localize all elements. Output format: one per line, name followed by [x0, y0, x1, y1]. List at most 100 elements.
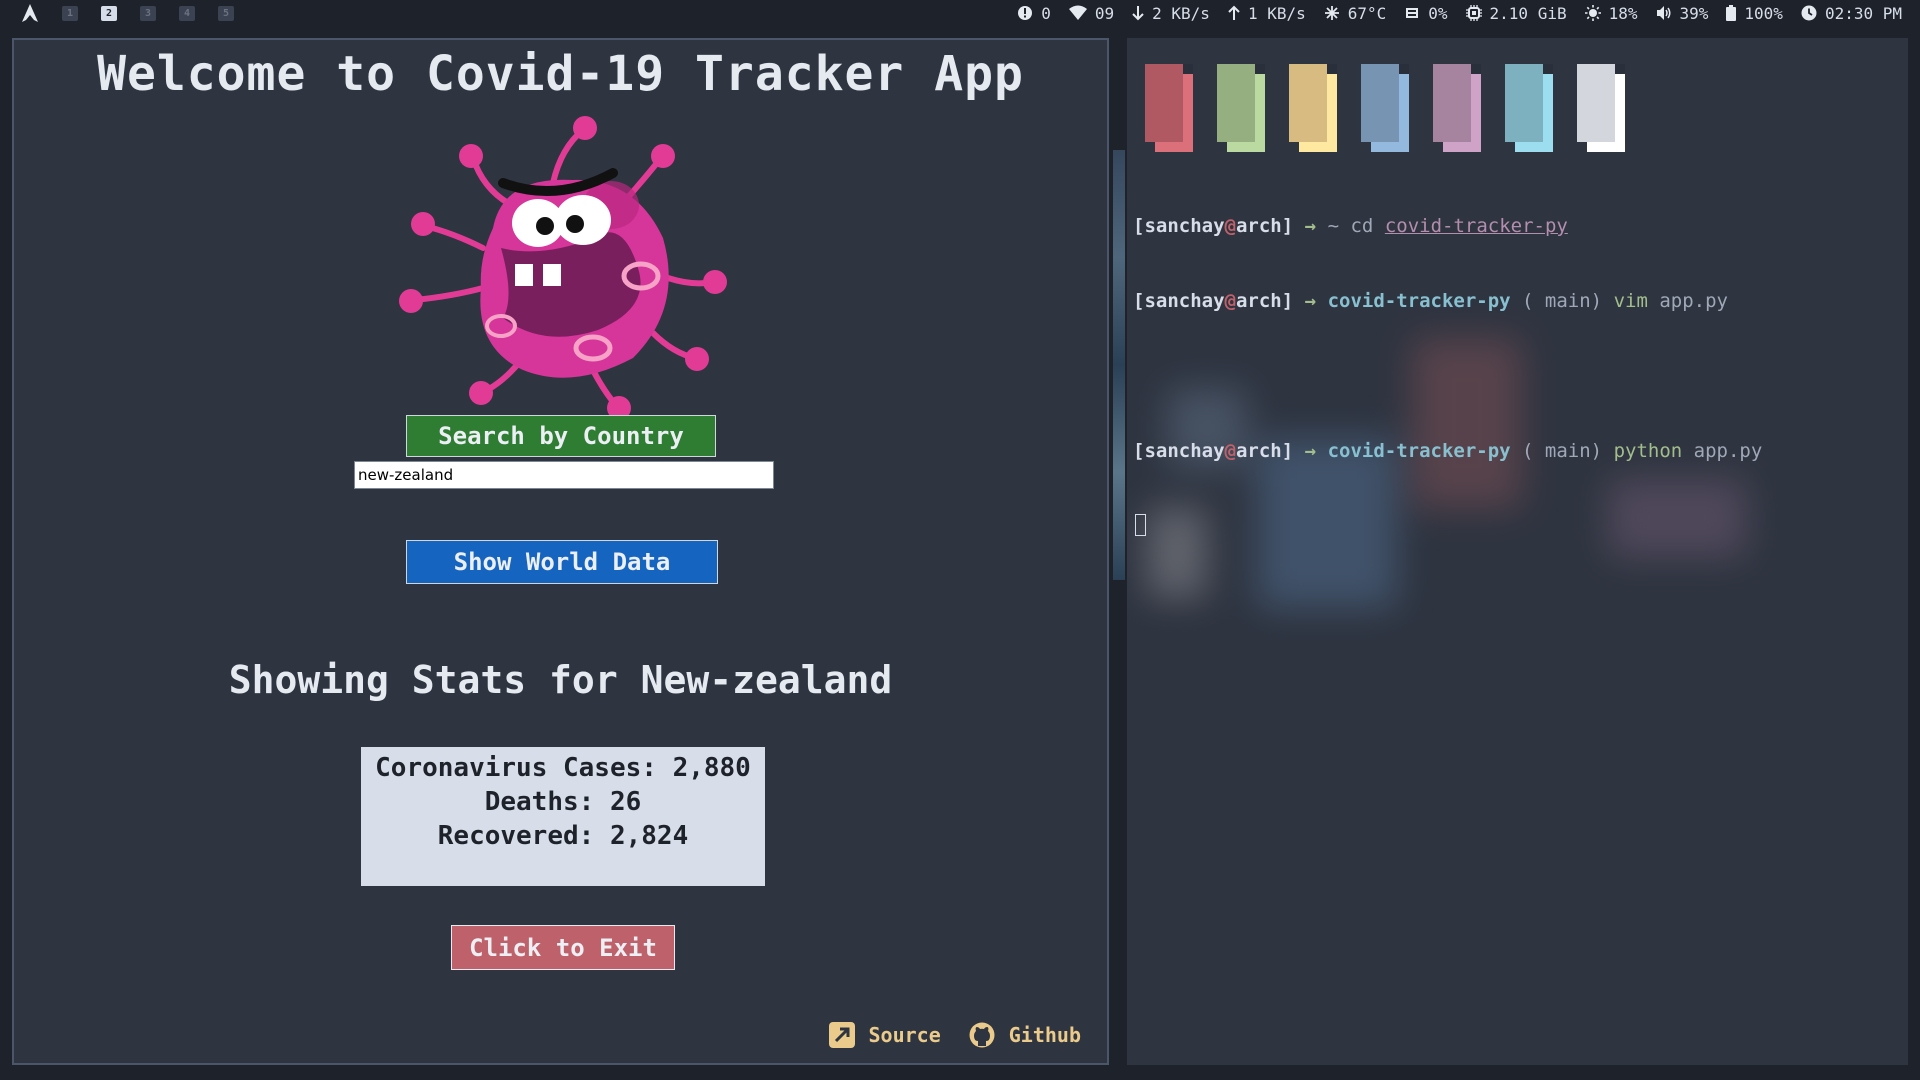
arrow-down-icon [1132, 5, 1144, 21]
terminal-window[interactable]: [sanchay @ arch] → ~ cd covid-tracker-py [… [1127, 38, 1908, 1065]
terminal-line-3: [sanchay @ arch] → covid-tracker-py ( main… [1133, 439, 1762, 464]
temperature-status: 67°C [1324, 3, 1387, 23]
prompt-bracket: ] [1281, 440, 1294, 462]
download-status: 2 KB/s [1132, 4, 1210, 23]
cpu-icon [1404, 5, 1420, 21]
cases-stat: Coronavirus Cases: 2,880 [375, 753, 751, 783]
virus-mascot-image [399, 116, 727, 418]
exit-button[interactable]: Click to Exit [451, 925, 675, 970]
color-swatch [1145, 64, 1197, 154]
prompt-user: sanchay [1144, 440, 1225, 462]
terminal-cursor [1135, 514, 1146, 536]
wifi-value: 09 [1094, 3, 1115, 23]
top-bar: 1 2 3 4 5 0 09 2 KB/s 1 KB/s 67°C 0% 2.1… [0, 0, 1920, 26]
wallpaper-edge [1113, 150, 1125, 580]
color-swatch [1433, 64, 1485, 154]
terminal-line-2: [sanchay @ arch] → covid-tracker-py ( main… [1133, 289, 1762, 314]
command: python [1613, 440, 1683, 462]
prompt-bracket: ] [1281, 215, 1294, 237]
battery-icon [1726, 5, 1737, 21]
git-branch: ( main) [1522, 440, 1603, 462]
memory-value: 2.10 GiB [1489, 3, 1567, 23]
terminal-prompt-line [1133, 514, 1762, 536]
temperature-value: 67°C [1347, 3, 1387, 23]
prompt-dir: covid-tracker-py [1327, 290, 1511, 312]
prompt-host: arch [1235, 215, 1282, 237]
terminal-line-1: [sanchay @ arch] → ~ cd covid-tracker-py [1133, 214, 1762, 239]
updates-count: 0 [1041, 3, 1051, 23]
prompt-bracket: [ [1133, 440, 1145, 462]
updates-status[interactable]: 0 [1017, 4, 1051, 23]
status-area: 0 09 2 KB/s 1 KB/s 67°C 0% 2.10 GiB 18% … [999, 0, 1902, 26]
volume-status[interactable]: 39% [1656, 3, 1709, 23]
prompt-at: @ [1224, 290, 1236, 312]
deaths-stat: Deaths: 26 [484, 787, 642, 817]
prompt-bracket: [ [1133, 290, 1145, 312]
footer-links: Source Github [801, 1022, 1081, 1048]
updates-icon [1017, 5, 1033, 21]
workspace-5[interactable]: 5 [218, 5, 234, 21]
volume-icon [1656, 5, 1672, 21]
color-palette [1145, 64, 1649, 154]
prompt-at: @ [1224, 215, 1236, 237]
upload-status: 1 KB/s [1228, 4, 1306, 23]
volume-value: 39% [1679, 3, 1709, 23]
wifi-status[interactable]: 09 [1068, 3, 1115, 23]
prompt-dir: covid-tracker-py [1327, 440, 1511, 462]
cpu-status: 0% [1404, 3, 1448, 23]
prompt-host: arch [1235, 290, 1282, 312]
command: cd [1350, 215, 1374, 237]
color-swatch [1505, 64, 1557, 154]
prompt-bracket: [ [1133, 215, 1145, 237]
clock-status[interactable]: 02:30 PM [1801, 4, 1902, 23]
prompt-arrow: → [1304, 290, 1317, 312]
prompt-arrow: → [1304, 440, 1317, 462]
cpu-value: 0% [1428, 3, 1448, 23]
github-link[interactable]: Github [969, 1022, 1081, 1048]
github-link-label: Github [1008, 1023, 1081, 1047]
covid-tracker-window: Welcome to Covid-19 Tracker App Search b… [12, 38, 1109, 1065]
recovered-stat: Recovered: 2,824 [437, 821, 689, 851]
thermometer-icon [1324, 5, 1340, 21]
prompt-user: sanchay [1144, 290, 1225, 312]
git-branch: ( main) [1522, 290, 1603, 312]
brightness-status[interactable]: 18% [1584, 3, 1638, 23]
clock-value: 02:30 PM [1824, 3, 1902, 23]
brightness-icon [1584, 5, 1601, 21]
source-link[interactable]: Source [828, 1022, 941, 1048]
color-swatch [1217, 64, 1269, 154]
arch-logo-icon[interactable] [20, 3, 40, 23]
workspace-2[interactable]: 2 [101, 5, 117, 21]
search-by-country-button[interactable]: Search by Country [406, 415, 716, 457]
clock-icon [1801, 5, 1817, 21]
workspace-3[interactable]: 3 [140, 5, 156, 21]
app-title: Welcome to Covid-19 Tracker App [97, 46, 1024, 102]
battery-value: 100% [1744, 3, 1783, 23]
command: vim [1613, 290, 1648, 312]
memory-status: 2.10 GiB [1465, 3, 1567, 23]
memory-icon [1465, 5, 1482, 21]
prompt-bracket: ] [1281, 290, 1294, 312]
github-icon [969, 1022, 995, 1048]
external-link-icon [828, 1022, 855, 1048]
country-search-input[interactable] [354, 461, 774, 489]
wifi-icon [1068, 5, 1087, 21]
download-value: 2 KB/s [1152, 3, 1210, 23]
brightness-value: 18% [1608, 3, 1638, 23]
prompt-at: @ [1224, 440, 1236, 462]
workspace-1[interactable]: 1 [62, 5, 78, 21]
command-arg: app.py [1659, 290, 1728, 312]
arrow-up-icon [1228, 5, 1240, 21]
command-arg: app.py [1693, 440, 1763, 462]
prompt-user: sanchay [1144, 215, 1225, 237]
workspace-4[interactable]: 4 [179, 5, 195, 21]
battery-status: 100% [1726, 4, 1783, 23]
color-swatch [1289, 64, 1341, 154]
stats-heading: Showing Stats for New-zealand [228, 658, 893, 702]
command-arg: covid-tracker-py [1384, 215, 1568, 237]
prompt-arrow: → [1304, 215, 1317, 237]
stats-panel: Coronavirus Cases: 2,880 Deaths: 26 Reco… [361, 747, 765, 886]
show-world-data-button[interactable]: Show World Data [406, 540, 718, 584]
prompt-dir: ~ [1327, 215, 1340, 237]
